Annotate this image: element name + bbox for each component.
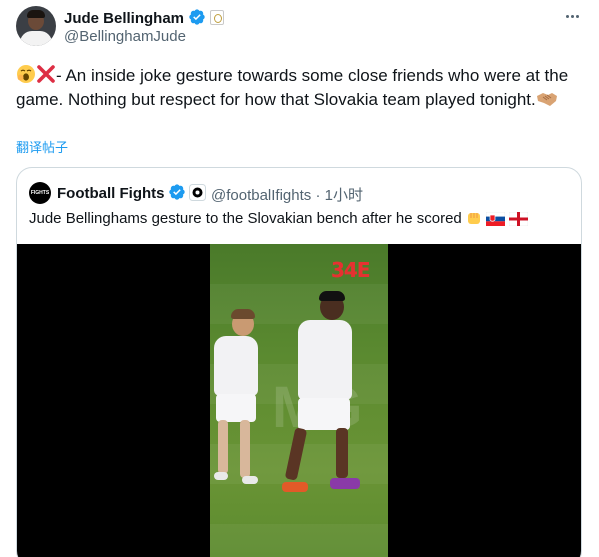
affiliate-org-icon (189, 184, 206, 201)
fist-emoji (467, 213, 480, 224)
quoted-author-handle[interactable]: @footbalIfights (211, 187, 311, 204)
tweet-text: - An inside joke gesture towards some cl… (16, 64, 586, 112)
author-avatar[interactable] (16, 6, 56, 46)
quoted-text: Jude Bellinghams gesture to the Slovakia… (29, 210, 462, 227)
video-frame[interactable]: MG 34E (210, 244, 388, 557)
yawning-face-emoji (17, 65, 35, 83)
quoted-author-avatar[interactable]: FIGHTS (29, 182, 51, 204)
handshake-emoji (536, 93, 557, 106)
verified-badge-icon (189, 9, 205, 25)
real-madrid-crest-icon (210, 10, 225, 25)
england-flag-emoji (509, 212, 529, 226)
author-handle[interactable]: @BellinghamJude (64, 28, 186, 45)
video-logo: 34E (331, 258, 370, 282)
quoted-tweet[interactable]: FIGHTS Football Fights @footbalIfights ·… (16, 167, 582, 557)
author-name[interactable]: Jude Bellingham (64, 10, 184, 27)
slovakia-flag-emoji (486, 212, 506, 226)
more-options-icon[interactable] (561, 6, 583, 26)
quoted-author-name[interactable]: Football Fights (57, 185, 164, 202)
quoted-author-handle-row[interactable]: @footbalIfights · 1小时 (211, 184, 363, 205)
translate-link[interactable]: 翻译帖子 (16, 137, 68, 156)
quoted-author-name-row[interactable]: Football Fights (57, 183, 186, 202)
quoted-time[interactable]: · 1小时 (315, 187, 363, 204)
author-name-row[interactable]: Jude Bellingham (64, 8, 225, 27)
video-player[interactable]: MG 34E (17, 244, 581, 557)
tweet-body: - An inside joke gesture towards some cl… (16, 66, 569, 109)
cross-mark-emoji (37, 65, 55, 83)
quoted-text-row: Jude Bellinghams gesture to the Slovakia… (29, 210, 529, 227)
verified-badge-icon (169, 184, 186, 200)
